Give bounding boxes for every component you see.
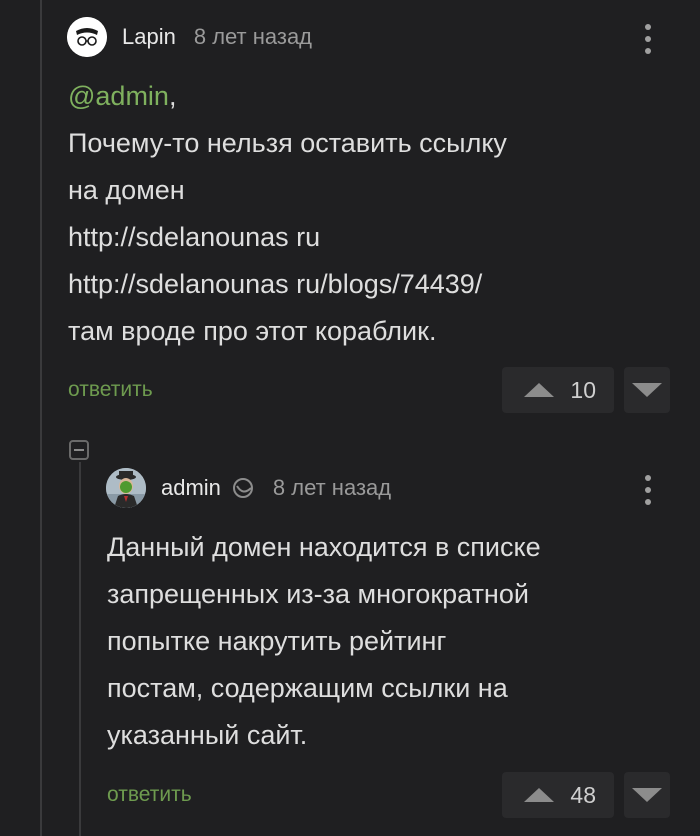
thread-line-root [40, 0, 42, 836]
text-line: указанный сайт. [107, 720, 308, 750]
upvote-button[interactable]: 48 [502, 772, 614, 818]
collapse-thread-icon[interactable] [69, 440, 89, 460]
text-line: на домен [68, 175, 185, 205]
text-line: Данный домен находится в списке [107, 532, 541, 562]
thread-line-reply [79, 462, 81, 836]
avatar[interactable] [106, 468, 146, 508]
arrow-up-icon [524, 788, 555, 802]
author-name[interactable]: Lapin [122, 24, 176, 50]
text-line: постам, содержащим ссылки на [107, 673, 508, 703]
reply-button[interactable]: ответить [107, 783, 192, 807]
text-line: http://sdelanounas ru [68, 222, 321, 252]
text-line: http://sdelanounas ru/blogs/74439/ [68, 269, 483, 299]
comment-header: admin 8 лет назад [106, 468, 391, 508]
text-line: Почему-то нельзя оставить ссылку [68, 128, 507, 158]
mention-link[interactable]: @admin [68, 81, 169, 111]
upvote-button[interactable]: 10 [502, 367, 614, 413]
arrow-up-icon [524, 383, 555, 397]
arrow-down-icon [632, 383, 662, 397]
avatar[interactable] [67, 17, 107, 57]
rating-count: 10 [570, 376, 596, 403]
more-options-icon[interactable] [644, 24, 652, 54]
more-options-icon[interactable] [644, 475, 652, 505]
comment-text: Данный домен находится в списке запрещен… [107, 524, 541, 759]
reply-button[interactable]: ответить [68, 378, 153, 402]
glasses-avatar-icon [67, 17, 107, 57]
text-line: запрещенных из-за многократной [107, 579, 529, 609]
comment-text: @admin, Почему-то нельзя оставить ссылку… [68, 73, 507, 355]
comment-time: 8 лет назад [193, 24, 313, 49]
arrow-down-icon [632, 788, 662, 802]
author-name[interactable]: admin [161, 475, 221, 501]
comment-time: 8 лет назад [272, 475, 392, 500]
moderator-badge-icon [232, 478, 253, 498]
comment-header: Lapin 8 лет назад [67, 17, 312, 57]
mention-line: @admin, [68, 73, 507, 120]
man-with-apple-avatar-icon [106, 468, 146, 508]
text-line: там вроде про этот кораблик. [68, 316, 437, 346]
downvote-button[interactable] [624, 367, 670, 413]
text-line: попытке накрутить рейтинг [107, 626, 447, 656]
mention-suffix: , [168, 81, 177, 111]
downvote-button[interactable] [624, 772, 670, 818]
rating-count: 48 [570, 781, 596, 808]
